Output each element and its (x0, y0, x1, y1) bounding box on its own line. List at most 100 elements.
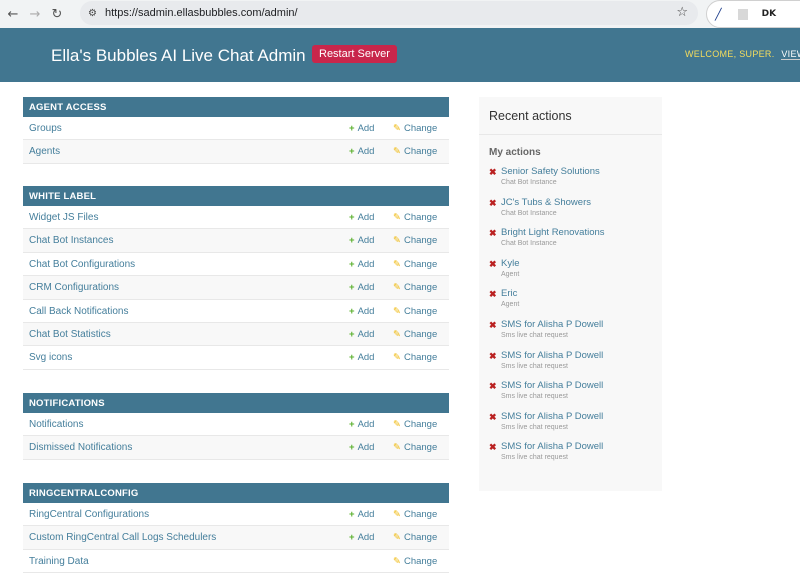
change-label: Change (403, 509, 438, 520)
model-link[interactable]: Dismissed Notifications (29, 442, 132, 453)
model-link[interactable]: Notifications (29, 419, 83, 430)
recent-action-type: Chat Bot Instance (501, 240, 557, 248)
model-link[interactable]: Chat Bot Configurations (29, 259, 135, 270)
site-title[interactable]: Ella's Bubbles AI Live Chat Admin (51, 46, 306, 66)
model-link[interactable]: Svg icons (29, 352, 72, 363)
model-row: Call Back Notifications + Add ✎ Change (23, 300, 449, 323)
change-link[interactable]: ✎ Change (393, 282, 437, 293)
recent-action-link[interactable]: Senior Safety Solutions (501, 166, 662, 177)
model-link[interactable]: Groups (29, 123, 62, 134)
model-link[interactable]: CRM Configurations (29, 282, 119, 293)
model-link[interactable]: RingCentral Configurations (29, 509, 149, 520)
recent-action-link[interactable]: Bright Light Renovations (501, 227, 662, 238)
module-agent-access: AGENT ACCESS Groups + Add ✎ Change Agents + Add ✎… (23, 97, 449, 164)
recent-action-link[interactable]: SMS for Alisha P Dowell (501, 411, 662, 422)
change-link[interactable]: ✎ Change (393, 259, 437, 270)
change-link[interactable]: ✎ Change (393, 509, 437, 520)
add-label: Add (357, 235, 375, 247)
add-link[interactable]: + Add (349, 282, 374, 293)
change-label: Change (403, 442, 438, 454)
add-link[interactable]: + Add (349, 329, 374, 340)
model-link[interactable]: Training Data (29, 556, 89, 567)
model-link[interactable]: Widget JS Files (29, 212, 98, 223)
recent-action-item: ✖ SMS for Alisha P Dowell Sms live chat re… (479, 350, 662, 381)
my-actions-title: My actions (489, 147, 541, 158)
module-header[interactable]: WHITE LABEL (23, 186, 449, 206)
model-link[interactable]: Chat Bot Statistics (29, 329, 111, 340)
plus-icon: + (349, 509, 355, 520)
module-header[interactable]: AGENT ACCESS (23, 97, 449, 117)
pencil-icon: ✎ (393, 509, 401, 520)
pencil-icon: ✎ (393, 532, 401, 544)
recent-action-link[interactable]: JC's Tubs & Showers (501, 197, 662, 208)
forward-arrow-icon[interactable]: → (24, 7, 46, 22)
add-link[interactable]: + Add (349, 212, 374, 223)
recent-action-link[interactable]: SMS for Alisha P Dowell (501, 319, 662, 330)
change-label: Change (403, 532, 438, 544)
back-arrow-icon[interactable]: ← (2, 7, 24, 22)
model-link[interactable]: Custom RingCentral Call Logs Schedulers (29, 532, 216, 543)
bookmark-star-icon[interactable]: ☆ (676, 5, 688, 20)
recent-action-item: ✖ SMS for Alisha P Dowell Sms live chat re… (479, 319, 662, 350)
change-link[interactable]: ✎ Change (393, 556, 437, 567)
user-tools: WELCOME, SUPER. VIEW SIT (685, 49, 800, 60)
recent-action-link[interactable]: SMS for Alisha P Dowell (501, 350, 662, 361)
add-label: Add (357, 146, 375, 158)
extension-badge[interactable]: DK (762, 9, 776, 19)
add-link[interactable]: + Add (349, 419, 374, 430)
add-link[interactable]: + Add (349, 146, 374, 157)
change-link[interactable]: ✎ Change (393, 419, 437, 430)
extension-page-icon[interactable] (737, 8, 748, 20)
add-link[interactable]: + Add (349, 352, 374, 363)
module-header[interactable]: RINGCENTRALCONFIG (23, 483, 449, 503)
change-link[interactable]: ✎ Change (393, 442, 437, 453)
plus-icon: + (349, 123, 355, 134)
model-link[interactable]: Agents (29, 146, 60, 157)
recent-action-link[interactable]: SMS for Alisha P Dowell (501, 441, 662, 452)
add-link[interactable]: + Add (349, 509, 374, 520)
site-info-icon[interactable]: ⚙ (88, 8, 97, 19)
recent-action-item: ✖ SMS for Alisha P Dowell Sms live chat re… (479, 441, 662, 472)
url-text[interactable]: https://sadmin.ellasbubbles.com/admin/ (105, 7, 298, 19)
plus-icon: + (349, 235, 355, 247)
add-link[interactable]: + Add (349, 235, 374, 246)
add-link[interactable]: + Add (349, 532, 374, 543)
recent-action-link[interactable]: Kyle (501, 258, 662, 269)
plus-icon: + (349, 305, 355, 317)
change-label: Change (403, 419, 438, 430)
change-link[interactable]: ✎ Change (393, 532, 437, 543)
recent-action-link[interactable]: Eric (501, 288, 662, 299)
reload-icon[interactable]: ↻ (46, 7, 68, 22)
module-ringcentralconfig: RINGCENTRALCONFIG RingCentral Configurati… (23, 483, 449, 573)
add-link[interactable]: + Add (349, 306, 374, 317)
add-link[interactable]: + Add (349, 259, 374, 270)
change-link[interactable]: ✎ Change (393, 212, 437, 223)
model-link[interactable]: Chat Bot Instances (29, 235, 114, 246)
change-link[interactable]: ✎ Change (393, 123, 437, 134)
change-link[interactable]: ✎ Change (393, 146, 437, 157)
recent-action-item: ✖ SMS for Alisha P Dowell Sms live chat re… (479, 380, 662, 411)
change-link[interactable]: ✎ Change (393, 306, 437, 317)
model-link[interactable]: Call Back Notifications (29, 306, 128, 317)
plus-icon: + (349, 328, 355, 340)
delete-x-icon: ✖ (489, 197, 497, 208)
view-site-link[interactable]: VIEW SIT (781, 49, 800, 60)
change-link[interactable]: ✎ Change (393, 329, 437, 340)
address-bar[interactable]: ⚙ https://sadmin.ellasbubbles.com/admin/… (80, 1, 698, 25)
model-row: CRM Configurations + Add ✎ Change (23, 276, 449, 300)
change-link[interactable]: ✎ Change (393, 235, 437, 246)
restart-server-button[interactable]: Restart Server (312, 45, 397, 63)
add-link[interactable]: + Add (349, 123, 374, 134)
recent-action-link[interactable]: SMS for Alisha P Dowell (501, 380, 662, 391)
delete-x-icon: ✖ (489, 411, 497, 422)
model-row: Dismissed Notifications + Add ✎ Change (23, 436, 449, 460)
module-notifications: NOTIFICATIONS Notifications + Add ✎ Change Dis… (23, 393, 449, 460)
add-link[interactable]: + Add (349, 442, 374, 453)
add-label: Add (357, 212, 375, 223)
change-link[interactable]: ✎ Change (393, 352, 437, 363)
add-label: Add (357, 305, 375, 317)
extension-pen-icon[interactable]: ╱ (715, 8, 722, 21)
module-header[interactable]: NOTIFICATIONS (23, 393, 449, 413)
module-white-label: WHITE LABEL Widget JS Files + Add ✎ Change Cha… (23, 186, 449, 370)
plus-icon: + (349, 532, 355, 544)
